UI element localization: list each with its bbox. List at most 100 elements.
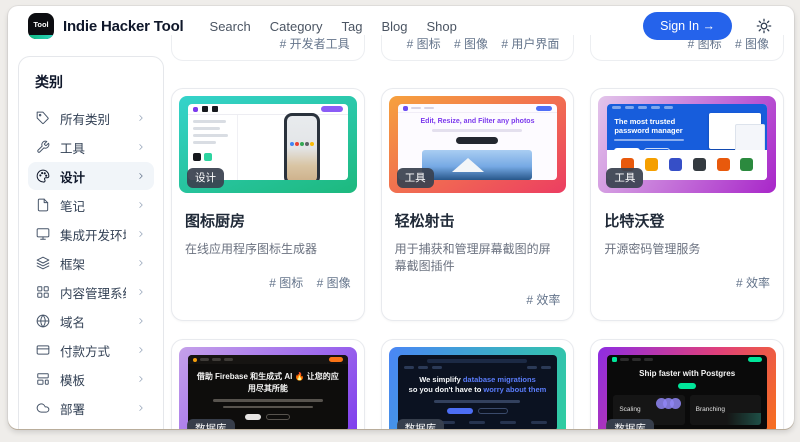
sidebar-item-design[interactable]: 设计 <box>28 162 154 190</box>
header: Tool Indie Hacker Tool Search Category T… <box>8 6 794 46</box>
sidebar-item-cms[interactable]: 内容管理系统 <box>28 278 154 306</box>
chevron-right-icon <box>139 347 143 353</box>
tool-card-easyshot[interactable]: Edit, Resize, and Filter any photos 工具 轻… <box>380 88 575 321</box>
sidebar-item-label: 域名 <box>60 315 86 330</box>
sidebar-item-label: 所有类别 <box>60 112 111 127</box>
sidebar-item-deployment[interactable]: 部署 <box>28 394 154 422</box>
tool-card-firebase[interactable]: 借助 Firebase 和生成式 AI 🔥 让您的应用尽其所能 数据库 火力基地 <box>171 339 365 429</box>
tool-description: 开源密码管理服务 <box>604 242 701 256</box>
sidebar-item-tools[interactable]: 工具 <box>28 133 154 161</box>
thumbnail-screenshot: We simplify database migrations so you d… <box>397 355 558 429</box>
thumb-art <box>188 355 348 364</box>
tool-title[interactable]: 轻松射击 <box>395 210 561 231</box>
tool-thumbnail: 借助 Firebase 和生成式 AI 🔥 让您的应用尽其所能 数据库 <box>179 347 357 429</box>
thumb-art <box>432 129 523 132</box>
monitor-icon <box>36 228 50 240</box>
cloud-icon <box>36 403 50 413</box>
nav-search[interactable]: Search <box>210 19 251 34</box>
thumbnail-screenshot: 借助 Firebase 和生成式 AI 🔥 让您的应用尽其所能 <box>188 355 348 429</box>
category-badge[interactable]: 工具 <box>396 168 434 188</box>
card-body: 比特沃登 开源密码管理服务 # 效率 <box>591 200 783 303</box>
nav-tag[interactable]: Tag <box>341 19 362 34</box>
nav-shop[interactable]: Shop <box>426 19 456 34</box>
tool-card-prisma[interactable]: We simplify database migrations so you d… <box>380 339 575 429</box>
chevron-right-icon <box>139 231 143 237</box>
sidebar-item-label: 教程 <box>60 428 126 430</box>
panel-label: Scaling <box>619 406 641 413</box>
thumb-art <box>188 104 348 115</box>
main-nav: Search Category Tag Blog Shop <box>210 19 457 34</box>
sidebar-item-tutorials[interactable]: 教程 <box>28 423 154 429</box>
tag-link[interactable]: # 图像 <box>317 276 351 290</box>
category-badge[interactable]: 工具 <box>606 168 644 188</box>
sidebar-heading: 类别 <box>35 74 63 90</box>
tool-card-neon[interactable]: Ship faster with Postgres Scaling Branch… <box>590 339 784 429</box>
chevron-right-icon <box>139 405 143 411</box>
app-logo[interactable]: Tool <box>28 13 54 39</box>
sidebar-item-templates[interactable]: 模板 <box>28 365 154 393</box>
category-badge[interactable]: 数据库 <box>187 419 235 429</box>
sidebar-item-notes[interactable]: 笔记 <box>28 191 154 219</box>
chevron-right-icon <box>139 202 143 208</box>
sidebar-item-payment[interactable]: 付款方式 <box>28 336 154 364</box>
sidebar-item-domain[interactable]: 域名 <box>28 307 154 335</box>
wrench-icon <box>37 140 50 153</box>
category-badge[interactable]: 数据库 <box>606 419 654 429</box>
thumb-art <box>212 399 323 402</box>
tool-title[interactable]: 图标厨房 <box>185 210 351 231</box>
sign-in-button[interactable]: Sign In → <box>643 12 732 40</box>
tool-title[interactable]: 比特沃登 <box>604 210 770 231</box>
tool-card-iconkitchen[interactable]: 设计 图标厨房 在线应用程序图标生成器 # 图标 # 图像 <box>171 88 365 321</box>
tool-description: 用于捕获和管理屏幕截图的屏幕截图插件 <box>394 242 551 273</box>
nav-blog[interactable]: Blog <box>381 19 407 34</box>
nav-category[interactable]: Category <box>270 19 323 34</box>
thumb-art <box>398 363 558 372</box>
panel-label: Branching <box>695 406 725 413</box>
thumb-headline: Edit, Resize, and Filter any photos <box>420 118 535 125</box>
tool-tags: # 效率 <box>604 274 770 291</box>
thumb-headline: Ship faster with Postgres <box>639 369 736 378</box>
sidebar-item-framework[interactable]: 框架 <box>28 249 154 277</box>
category-sidebar: 类别 所有类别 工具 设计 笔记 集成开发环境 框架 <box>18 56 164 429</box>
sidebar-item-ide[interactable]: 集成开发环境 <box>28 220 154 248</box>
thumb-art <box>397 104 558 113</box>
sidebar-item-label: 部署 <box>60 402 86 417</box>
tool-thumbnail: The most trusted password manager 工具 <box>598 96 776 193</box>
sidebar-item-all-categories[interactable]: 所有类别 <box>28 104 154 132</box>
thumb-art <box>456 136 499 144</box>
thumb-headline: The most trusted password manager <box>614 117 683 136</box>
sidebar-item-label: 工具 <box>60 141 86 156</box>
browser-window: Tool Indie Hacker Tool Search Category T… <box>8 6 794 429</box>
tool-thumbnail: We simplify database migrations so you d… <box>388 347 567 429</box>
tag-link[interactable]: # 效率 <box>526 293 560 307</box>
file-icon <box>37 198 49 212</box>
chevron-right-icon <box>139 173 143 179</box>
category-badge[interactable]: 数据库 <box>396 419 445 429</box>
tag-icon <box>36 111 49 125</box>
sidebar-item-label: 框架 <box>60 257 86 272</box>
app-title: Indie Hacker Tool <box>63 17 184 35</box>
thumb-art <box>434 400 521 403</box>
logo-badge-text: Tool <box>33 20 49 29</box>
tag-link[interactable]: # 图标 <box>269 276 303 290</box>
chevron-right-icon <box>139 115 143 121</box>
tool-description: 在线应用程序图标生成器 <box>185 242 318 256</box>
tag-link[interactable]: # 效率 <box>736 276 770 290</box>
thumb-art: The most trusted password manager <box>607 104 767 154</box>
theme-toggle-button[interactable] <box>756 17 774 35</box>
layers-icon <box>36 256 50 270</box>
sidebar-item-label: 集成开发环境 <box>60 228 126 243</box>
tool-tags: # 图标 # 图像 <box>185 274 351 291</box>
sidebar-item-label: 笔记 <box>60 199 86 214</box>
grid-icon <box>37 286 49 298</box>
chevron-right-icon <box>139 144 143 150</box>
tool-thumbnail: Edit, Resize, and Filter any photos 工具 <box>388 96 567 193</box>
chevron-right-icon <box>139 318 143 324</box>
tool-card-bitwarden[interactable]: The most trusted password manager 工具 比特沃… <box>590 88 784 321</box>
card-body: 图标厨房 在线应用程序图标生成器 # 图标 # 图像 <box>172 200 364 303</box>
category-badge[interactable]: 设计 <box>187 168 224 188</box>
chevron-right-icon <box>139 260 143 266</box>
sun-icon <box>756 18 772 34</box>
globe-icon <box>36 314 50 328</box>
sidebar-item-label: 付款方式 <box>60 344 111 359</box>
